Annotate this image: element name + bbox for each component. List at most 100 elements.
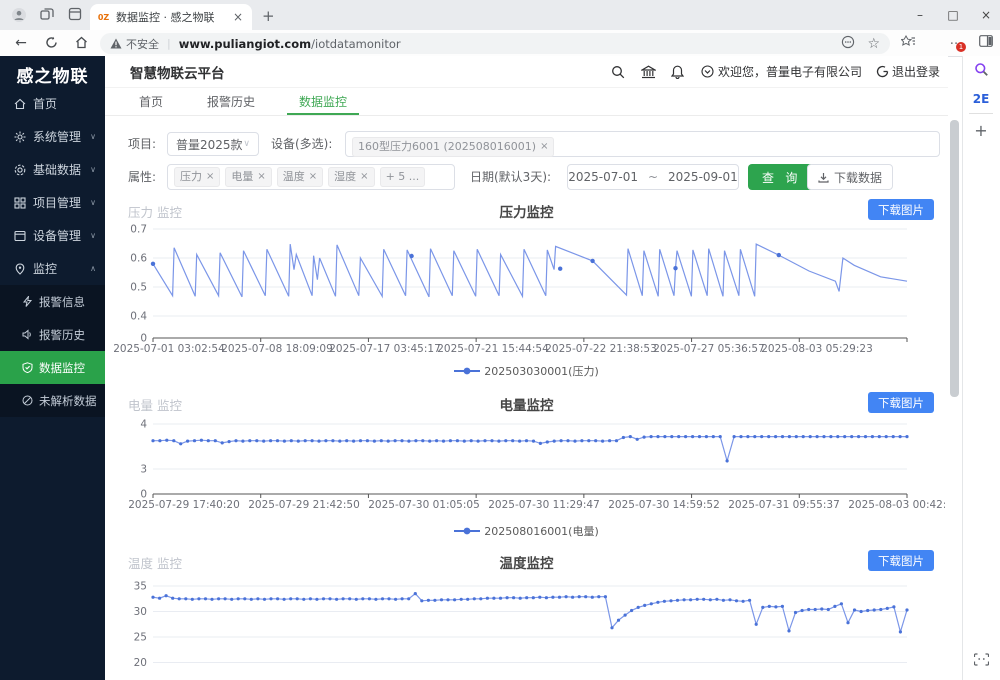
- device-multiselect[interactable]: 160型压力6001 (202508016001)×: [345, 131, 940, 157]
- data-point[interactable]: [546, 440, 549, 443]
- data-point[interactable]: [512, 596, 515, 599]
- data-point[interactable]: [433, 599, 436, 602]
- data-point[interactable]: [840, 602, 843, 605]
- data-point[interactable]: [715, 598, 718, 601]
- data-point[interactable]: [709, 598, 712, 601]
- data-point[interactable]: [427, 599, 430, 602]
- data-point[interactable]: [615, 439, 618, 442]
- data-point[interactable]: [394, 598, 397, 601]
- data-point[interactable]: [420, 599, 423, 602]
- data-point[interactable]: [604, 595, 607, 598]
- data-point[interactable]: [742, 600, 745, 603]
- data-point[interactable]: [871, 435, 874, 438]
- tab-actions-icon[interactable]: [66, 7, 84, 23]
- data-point[interactable]: [324, 439, 327, 442]
- data-point[interactable]: [490, 439, 493, 442]
- data-point[interactable]: [504, 439, 507, 442]
- data-point[interactable]: [684, 435, 687, 438]
- data-point[interactable]: [197, 597, 200, 600]
- data-point[interactable]: [283, 440, 286, 443]
- data-point[interactable]: [807, 608, 810, 611]
- data-point[interactable]: [497, 440, 500, 443]
- welcome-text[interactable]: 欢迎您，普量电子有限公司: [701, 63, 862, 80]
- data-point[interactable]: [777, 253, 781, 257]
- page-scrollbar[interactable]: [950, 120, 959, 397]
- data-point[interactable]: [617, 619, 620, 622]
- data-point[interactable]: [560, 439, 563, 442]
- data-point[interactable]: [256, 597, 259, 600]
- tag-remove-icon[interactable]: ×: [360, 168, 368, 186]
- chart-canvas[interactable]: 35302520: [107, 572, 945, 678]
- data-point[interactable]: [728, 598, 731, 601]
- bookmark-star-icon[interactable]: ☆: [867, 36, 880, 52]
- favorites-icon[interactable]: [898, 34, 918, 53]
- data-point[interactable]: [580, 439, 583, 442]
- data-point[interactable]: [587, 439, 590, 442]
- download-image-button[interactable]: 下载图片: [868, 199, 934, 220]
- data-point[interactable]: [774, 605, 777, 608]
- browser-menu-icon[interactable]: ⋯ 1: [946, 34, 966, 52]
- search-icon[interactable]: [611, 64, 627, 80]
- data-point[interactable]: [289, 597, 292, 600]
- data-point[interactable]: [739, 435, 742, 438]
- data-point[interactable]: [158, 439, 161, 442]
- data-point[interactable]: [309, 597, 312, 600]
- window-close-button[interactable]: ×: [972, 4, 1000, 26]
- data-point[interactable]: [712, 435, 715, 438]
- data-point[interactable]: [407, 440, 410, 443]
- sidebar-tools-icon[interactable]: [970, 652, 992, 674]
- data-point[interactable]: [669, 599, 672, 602]
- data-point[interactable]: [722, 599, 725, 602]
- data-point[interactable]: [263, 598, 266, 601]
- data-point[interactable]: [421, 439, 424, 442]
- data-point[interactable]: [622, 436, 625, 439]
- data-point[interactable]: [905, 608, 908, 611]
- data-point[interactable]: [601, 440, 604, 443]
- tab-数据监控[interactable]: 数据监控: [277, 88, 369, 115]
- data-point[interactable]: [151, 262, 155, 266]
- data-point[interactable]: [761, 606, 764, 609]
- data-point[interactable]: [846, 621, 849, 624]
- data-point[interactable]: [456, 439, 459, 442]
- data-point[interactable]: [885, 435, 888, 438]
- data-point[interactable]: [352, 440, 355, 443]
- data-point[interactable]: [538, 596, 541, 599]
- back-button[interactable]: ←: [10, 33, 32, 53]
- data-point[interactable]: [643, 436, 646, 439]
- data-point[interactable]: [566, 439, 569, 442]
- data-point[interactable]: [578, 595, 581, 598]
- sidebar-item-4[interactable]: 设备管理∨: [0, 219, 105, 252]
- data-point[interactable]: [428, 440, 431, 443]
- data-point[interactable]: [276, 597, 279, 600]
- data-point[interactable]: [636, 438, 639, 441]
- data-point[interactable]: [836, 435, 839, 438]
- data-point[interactable]: [237, 597, 240, 600]
- data-point[interactable]: [850, 435, 853, 438]
- data-point[interactable]: [269, 597, 272, 600]
- data-point[interactable]: [387, 440, 390, 443]
- data-point[interactable]: [178, 597, 181, 600]
- data-point[interactable]: [368, 597, 371, 600]
- data-point[interactable]: [435, 439, 438, 442]
- data-point[interactable]: [172, 439, 175, 442]
- data-point[interactable]: [250, 598, 253, 601]
- query-button[interactable]: 查 询: [748, 164, 815, 190]
- data-point[interactable]: [905, 435, 908, 438]
- data-point[interactable]: [788, 435, 791, 438]
- data-point[interactable]: [243, 597, 246, 600]
- logout-button[interactable]: 退出登录: [876, 63, 940, 80]
- data-point[interactable]: [380, 439, 383, 442]
- chart-legend[interactable]: 202508016001(电量): [105, 523, 948, 539]
- data-point[interactable]: [165, 439, 168, 442]
- data-point[interactable]: [650, 435, 653, 438]
- tag-remove-icon[interactable]: ×: [309, 168, 317, 186]
- data-point[interactable]: [663, 600, 666, 603]
- sidebar-item-5[interactable]: 监控∧: [0, 252, 105, 285]
- sidebar-add-icon[interactable]: +: [970, 120, 992, 142]
- filter-tag[interactable]: 湿度×: [328, 167, 374, 187]
- data-point[interactable]: [683, 598, 686, 601]
- profile-avatar-icon[interactable]: [10, 7, 28, 23]
- data-point[interactable]: [518, 440, 521, 443]
- data-point[interactable]: [781, 605, 784, 608]
- data-point[interactable]: [689, 598, 692, 601]
